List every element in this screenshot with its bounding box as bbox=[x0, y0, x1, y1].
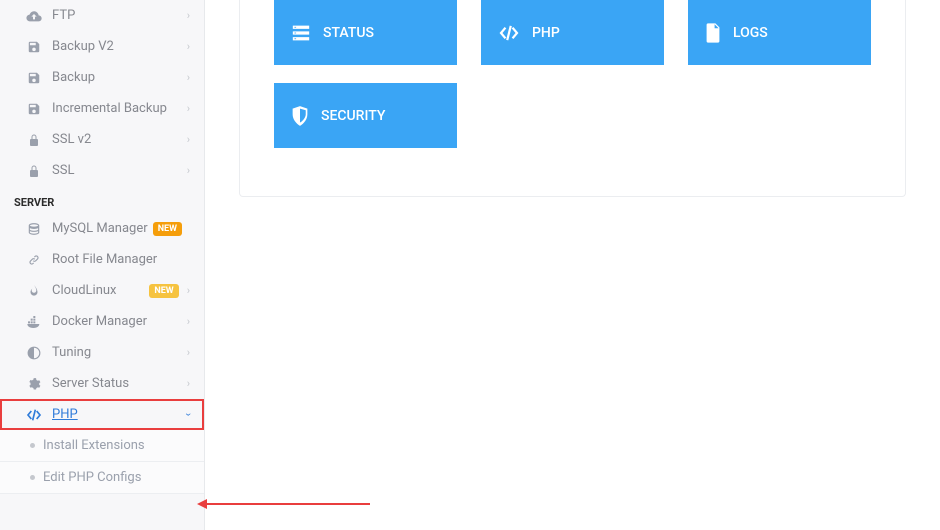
chevron-right-icon: › bbox=[187, 71, 190, 84]
contrast-icon bbox=[24, 346, 44, 360]
sidebar-item-label: Incremental Backup bbox=[52, 101, 187, 116]
tile-label: SECURITY bbox=[321, 108, 385, 124]
list-icon bbox=[291, 24, 311, 42]
content-panel: STATUS PHP LOGS bbox=[239, 0, 906, 197]
sidebar-item-docker-manager[interactable]: Docker Manager › bbox=[0, 306, 204, 337]
tile-php[interactable]: PHP bbox=[481, 0, 664, 65]
sidebar-subitem-label: Edit PHP Configs bbox=[43, 470, 141, 485]
database-icon bbox=[24, 222, 44, 236]
tile-label: STATUS bbox=[323, 25, 374, 41]
sidebar-item-label: FTP bbox=[52, 8, 187, 23]
file-icon bbox=[705, 23, 721, 43]
new-badge: NEW bbox=[149, 284, 178, 298]
sidebar-item-label: SSL bbox=[52, 163, 187, 178]
sidebar-item-ssl[interactable]: SSL › bbox=[0, 155, 204, 186]
sidebar-item-tuning[interactable]: Tuning › bbox=[0, 337, 204, 368]
sidebar-item-backup-v2[interactable]: Backup V2 › bbox=[0, 31, 204, 62]
tile-security[interactable]: SECURITY bbox=[274, 83, 457, 148]
chevron-right-icon: › bbox=[187, 133, 190, 146]
chevron-right-icon: › bbox=[187, 40, 190, 53]
sidebar-item-label: MySQL Manager bbox=[52, 221, 153, 236]
sidebar: FTP › Backup V2 › Backup › Incremental B… bbox=[0, 0, 205, 530]
sidebar-item-label: Tuning bbox=[52, 345, 187, 360]
sidebar-item-label: SSL v2 bbox=[52, 132, 187, 147]
sidebar-subitem-label: Install Extensions bbox=[43, 438, 145, 453]
lock-icon bbox=[24, 133, 44, 147]
chevron-right-icon: › bbox=[187, 164, 190, 177]
sidebar-item-label: Root File Manager bbox=[52, 252, 190, 267]
sidebar-item-incremental-backup[interactable]: Incremental Backup › bbox=[0, 93, 204, 124]
sidebar-subitem-edit-php-configs[interactable]: Edit PHP Configs bbox=[0, 462, 204, 494]
sidebar-item-ssl-v2[interactable]: SSL v2 › bbox=[0, 124, 204, 155]
sidebar-item-label: Backup bbox=[52, 70, 187, 85]
sidebar-item-mysql-manager[interactable]: MySQL Manager NEW bbox=[0, 213, 204, 244]
chevron-right-icon: › bbox=[187, 346, 190, 359]
sidebar-item-cloudlinux[interactable]: CloudLinux NEW › bbox=[0, 275, 204, 306]
sidebar-item-label: Docker Manager bbox=[52, 314, 187, 329]
save-icon bbox=[24, 71, 44, 85]
chevron-right-icon: › bbox=[187, 284, 190, 297]
chevron-right-icon: › bbox=[187, 315, 190, 328]
sidebar-item-backup[interactable]: Backup › bbox=[0, 62, 204, 93]
tile-logs[interactable]: LOGS bbox=[688, 0, 871, 65]
tile-label: LOGS bbox=[733, 25, 768, 41]
sidebar-item-root-file-manager[interactable]: Root File Manager bbox=[0, 244, 204, 275]
sidebar-item-php[interactable]: PHP › bbox=[0, 399, 204, 430]
sidebar-item-server-status[interactable]: Server Status › bbox=[0, 368, 204, 399]
shield-icon bbox=[291, 106, 309, 126]
sidebar-item-label: PHP bbox=[52, 407, 187, 422]
annotation-arrow bbox=[200, 503, 370, 505]
flame-icon bbox=[24, 284, 44, 298]
gear-icon bbox=[24, 377, 44, 391]
code-icon bbox=[24, 409, 44, 421]
sidebar-item-ftp[interactable]: FTP › bbox=[0, 0, 204, 31]
bullet-icon bbox=[30, 443, 35, 448]
sidebar-item-label: CloudLinux bbox=[52, 283, 149, 298]
chevron-right-icon: › bbox=[187, 9, 190, 22]
cloud-up-icon bbox=[24, 10, 44, 22]
sidebar-group-title: SERVER bbox=[0, 186, 204, 213]
tile-label: PHP bbox=[532, 25, 560, 41]
sidebar-item-label: Backup V2 bbox=[52, 39, 187, 54]
bullet-icon bbox=[30, 475, 35, 480]
lock-icon bbox=[24, 164, 44, 178]
code-icon bbox=[498, 25, 520, 41]
new-badge: NEW bbox=[153, 222, 182, 236]
sidebar-subitem-install-extensions[interactable]: Install Extensions bbox=[0, 430, 204, 462]
save-icon bbox=[24, 40, 44, 54]
docker-icon bbox=[24, 316, 44, 328]
main-content: STATUS PHP LOGS bbox=[205, 0, 940, 530]
chevron-right-icon: › bbox=[187, 377, 190, 390]
chevron-right-icon: › bbox=[187, 102, 190, 115]
link-icon bbox=[24, 253, 44, 267]
sidebar-item-label: Server Status bbox=[52, 376, 187, 391]
save-icon bbox=[24, 102, 44, 116]
tile-status[interactable]: STATUS bbox=[274, 0, 457, 65]
chevron-down-icon: › bbox=[182, 413, 195, 416]
